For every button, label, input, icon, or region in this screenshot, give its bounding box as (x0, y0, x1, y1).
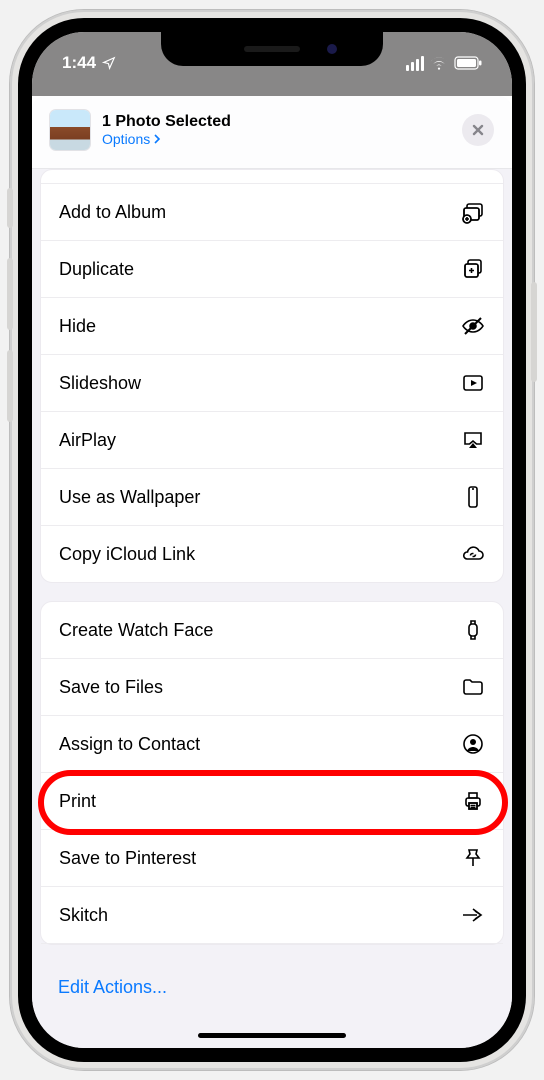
action-label: Add to Album (59, 202, 166, 223)
action-label: Hide (59, 316, 96, 337)
sheet-header: 1 Photo Selected Options (32, 96, 512, 169)
phone-icon (459, 485, 487, 509)
action-label: Slideshow (59, 373, 141, 394)
action-save-files[interactable]: Save to Files (41, 659, 503, 716)
actions-group-1: Add to Album Duplicate (40, 169, 504, 583)
action-label: Copy iCloud Link (59, 544, 195, 565)
action-slideshow[interactable]: Slideshow (41, 355, 503, 412)
close-button[interactable] (462, 114, 494, 146)
sheet-title: 1 Photo Selected (102, 113, 450, 131)
location-arrow-icon (102, 56, 116, 70)
action-label: Assign to Contact (59, 734, 200, 755)
action-print[interactable]: Print (41, 773, 503, 830)
notch (161, 32, 383, 66)
edit-actions-button[interactable]: Edit Actions... (40, 963, 504, 1022)
printer-icon (459, 789, 487, 813)
options-label: Options (102, 131, 150, 147)
action-label: Print (59, 791, 96, 812)
cellular-icon (406, 56, 424, 71)
action-label: Save to Files (59, 677, 163, 698)
action-skitch[interactable]: Skitch (41, 887, 503, 944)
album-add-icon (459, 200, 487, 224)
actions-group-2: Create Watch Face Save to Files (40, 601, 504, 945)
action-airplay[interactable]: AirPlay (41, 412, 503, 469)
device-frame: 1:44 1 Photo Selected (0, 0, 544, 1080)
folder-icon (459, 675, 487, 699)
action-label: AirPlay (59, 430, 116, 451)
action-pinterest[interactable]: Save to Pinterest (41, 830, 503, 887)
share-sheet: 1 Photo Selected Options (32, 96, 512, 1048)
action-add-to-album[interactable]: Add to Album (41, 184, 503, 241)
chevron-right-icon (152, 134, 162, 144)
watch-icon (459, 618, 487, 642)
action-label: Skitch (59, 905, 108, 926)
action-label: Use as Wallpaper (59, 487, 200, 508)
action-label: Duplicate (59, 259, 134, 280)
options-button[interactable]: Options (102, 131, 450, 147)
action-assign-contact[interactable]: Assign to Contact (41, 716, 503, 773)
close-icon (471, 123, 485, 137)
action-watch-face[interactable]: Create Watch Face (41, 602, 503, 659)
pin-icon (459, 846, 487, 870)
hide-icon (459, 314, 487, 338)
action-copy-icloud[interactable]: Copy iCloud Link (41, 526, 503, 582)
skitch-arrow-icon (459, 903, 487, 927)
action-hide[interactable]: Hide (41, 298, 503, 355)
slideshow-icon (459, 371, 487, 395)
wifi-icon (430, 56, 448, 70)
home-indicator[interactable] (198, 1033, 346, 1038)
status-time: 1:44 (62, 53, 96, 73)
edit-actions-label: Edit Actions... (58, 977, 167, 997)
cloud-link-icon (459, 542, 487, 566)
action-label: Create Watch Face (59, 620, 213, 641)
photo-thumbnail[interactable] (50, 110, 90, 150)
actions-list[interactable]: Add to Album Duplicate (32, 169, 512, 1048)
duplicate-icon (459, 257, 487, 281)
action-wallpaper[interactable]: Use as Wallpaper (41, 469, 503, 526)
action-duplicate[interactable]: Duplicate (41, 241, 503, 298)
action-label: Save to Pinterest (59, 848, 196, 869)
airplay-icon (459, 428, 487, 452)
screen: 1:44 1 Photo Selected (32, 32, 512, 1048)
battery-icon (454, 56, 482, 70)
contact-icon (459, 732, 487, 756)
